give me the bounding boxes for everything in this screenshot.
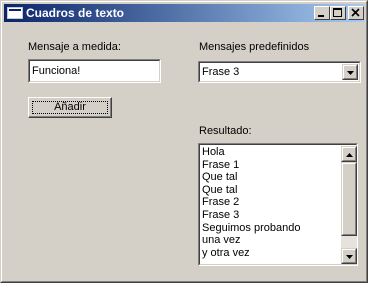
- title-bar[interactable]: Cuadros de texto: [4, 4, 364, 22]
- scroll-up-button[interactable]: [341, 146, 357, 162]
- list-item[interactable]: Hola: [202, 146, 225, 158]
- result-items: Hola Frase 1 Que tal Que tal Frase 2 Frase 3S…: [199, 146, 341, 264]
- predefined-selected-value: Frase 3: [202, 66, 240, 78]
- list-item[interactable]: Frase 1: [202, 159, 239, 171]
- app-window: Cuadros de texto Mensaje a medida: Funci…: [0, 0, 368, 283]
- add-button[interactable]: Añadir: [28, 97, 112, 118]
- predefined-messages-select[interactable]: Frase 3: [198, 61, 361, 83]
- list-item[interactable]: Que tal: [202, 184, 237, 196]
- scroll-up-icon: [346, 153, 353, 157]
- window-icon: [7, 7, 23, 19]
- close-button[interactable]: [348, 6, 364, 20]
- dropdown-button[interactable]: [342, 64, 358, 80]
- maximize-button[interactable]: [330, 6, 346, 20]
- minimize-button[interactable]: [314, 6, 330, 20]
- window-title: Cuadros de texto: [26, 6, 125, 20]
- list-item[interactable]: Seguimos probando: [202, 222, 300, 234]
- scroll-down-icon: [346, 255, 353, 259]
- result-label: Resultado:: [199, 125, 252, 137]
- list-item[interactable]: Que tal: [202, 171, 237, 183]
- custom-message-input[interactable]: Funciona!: [28, 59, 161, 83]
- predefined-messages-label: Mensajes predefinidos: [199, 41, 310, 53]
- custom-message-label: Mensaje a medida:: [28, 41, 121, 53]
- list-item[interactable]: Frase 3: [202, 209, 239, 221]
- focus-rect: [32, 101, 108, 114]
- add-button-label: Añadir: [54, 101, 86, 113]
- scroll-thumb[interactable]: [341, 162, 357, 236]
- list-item[interactable]: Frase 2: [202, 196, 239, 208]
- scroll-down-button[interactable]: [341, 248, 357, 264]
- scrollbar[interactable]: [341, 146, 357, 264]
- chevron-down-icon: [347, 71, 354, 75]
- list-item[interactable]: y otra vez: [202, 247, 250, 259]
- maximize-icon: [333, 8, 342, 17]
- close-icon: [351, 8, 360, 17]
- minimize-icon: [318, 15, 324, 17]
- list-item[interactable]: una vez: [202, 234, 241, 246]
- result-listbox[interactable]: Hola Frase 1 Que tal Que tal Frase 2 Frase 3S…: [198, 143, 358, 266]
- custom-message-value: Funciona!: [32, 65, 81, 77]
